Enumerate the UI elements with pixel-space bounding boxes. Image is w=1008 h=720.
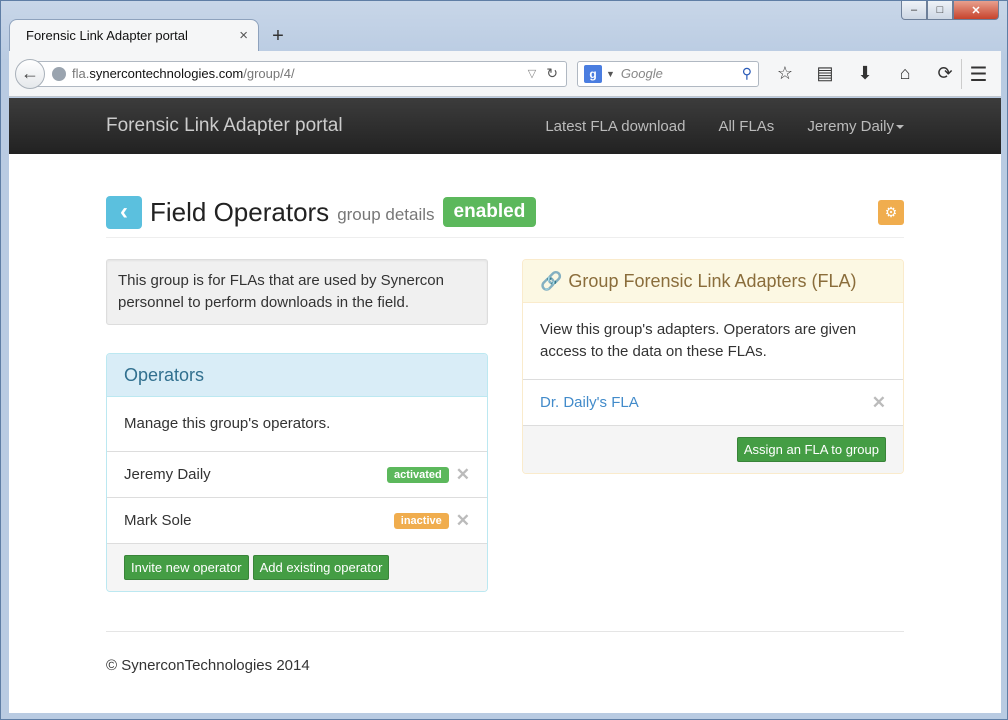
- footer-copyright: © SynerconTechnologies 2014: [106, 657, 310, 674]
- browser-toolbar: ← fla.synercontechnologies.com/group/4/ …: [9, 51, 1001, 97]
- google-icon[interactable]: g: [584, 64, 602, 83]
- window-controls: – □ ✕: [901, 1, 999, 20]
- close-icon[interactable]: ✕: [872, 393, 886, 413]
- tab-strip: Forensic Link Adapter portal × +: [9, 19, 293, 51]
- download-icon[interactable]: ⬇: [845, 59, 885, 89]
- adapters-body: View this group's adapters. Operators ar…: [540, 321, 857, 360]
- user-name: Jeremy Daily: [807, 117, 894, 135]
- adapters-heading-label: Group Forensic Link Adapters (FLA): [568, 270, 857, 291]
- reload-icon[interactable]: ↻: [546, 65, 558, 82]
- page-content: Forensic Link Adapter portal Latest FLA …: [9, 98, 1001, 713]
- divider: [106, 631, 904, 632]
- search-icon[interactable]: ⚲: [742, 65, 752, 82]
- new-tab-button[interactable]: +: [263, 21, 293, 51]
- gear-icon[interactable]: ⚙: [878, 199, 904, 225]
- operators-body: Manage this group's operators.: [124, 415, 331, 432]
- search-input[interactable]: Google: [621, 66, 742, 81]
- adapters-heading: 🔗 Group Forensic Link Adapters (FLA): [523, 260, 903, 303]
- operator-name[interactable]: Jeremy Daily: [124, 466, 387, 483]
- adapters-panel: 🔗 Group Forensic Link Adapters (FLA) Vie…: [522, 259, 904, 474]
- right-column: 🔗 Group Forensic Link Adapters (FLA) Vie…: [522, 259, 904, 474]
- reading-list-icon[interactable]: ▤: [805, 59, 845, 89]
- nav-latest-download[interactable]: Latest FLA download: [545, 118, 685, 135]
- operator-name[interactable]: Mark Sole: [124, 512, 394, 529]
- list-item: Jeremy Daily activated ✕: [107, 451, 487, 497]
- page-title: Field Operators: [150, 196, 330, 227]
- status-badge: activated: [387, 466, 449, 483]
- back-arrow-icon[interactable]: ←: [15, 58, 45, 89]
- nav-all-flas[interactable]: All FLAs: [718, 118, 774, 135]
- search-engine-dropdown-icon[interactable]: ▼: [606, 69, 615, 79]
- site-navbar: Forensic Link Adapter portal Latest FLA …: [9, 98, 1001, 154]
- maximize-button[interactable]: □: [927, 1, 953, 20]
- search-bar[interactable]: g ▼ Google ⚲: [577, 60, 759, 87]
- browser-window: – □ ✕ Forensic Link Adapter portal × + ←…: [0, 0, 1008, 720]
- globe-icon: [52, 66, 66, 81]
- group-description: This group is for FLAs that are used by …: [106, 259, 488, 325]
- browser-tab[interactable]: Forensic Link Adapter portal ×: [9, 19, 259, 51]
- caret-down-icon: [896, 124, 904, 129]
- status-badge: enabled: [442, 197, 537, 227]
- menu-icon[interactable]: ☰: [961, 59, 995, 89]
- history-icon[interactable]: ⟳: [925, 59, 965, 89]
- site-brand[interactable]: Forensic Link Adapter portal: [106, 115, 512, 137]
- chevron-left-icon[interactable]: ‹: [106, 195, 142, 229]
- minimize-button[interactable]: –: [901, 1, 927, 20]
- tab-close-icon[interactable]: ×: [239, 27, 248, 44]
- tab-title: Forensic Link Adapter portal: [26, 28, 188, 43]
- close-icon[interactable]: ✕: [456, 511, 470, 531]
- close-window-button[interactable]: ✕: [953, 1, 999, 20]
- status-badge: inactive: [393, 512, 449, 529]
- adapter-link[interactable]: Dr. Daily's FLA: [540, 394, 872, 411]
- nav-user-menu[interactable]: Jeremy Daily: [807, 118, 904, 135]
- link-icon: 🔗: [540, 270, 563, 291]
- adapters-footer: Assign an FLA to group: [523, 425, 903, 473]
- list-item: Dr. Daily's FLA ✕: [523, 379, 903, 425]
- add-existing-operator-button[interactable]: Add existing operator: [252, 555, 390, 580]
- page-header: ‹ Field Operators group details enabled …: [106, 193, 904, 238]
- close-icon[interactable]: ✕: [456, 465, 470, 485]
- url-bar[interactable]: fla.synercontechnologies.com/group/4/ ▽ …: [37, 60, 567, 87]
- left-column: This group is for FLAs that are used by …: [106, 259, 488, 592]
- home-icon[interactable]: ⌂: [885, 59, 925, 89]
- toolbar-icons: ☆ ▤ ⬇ ⌂ ⟳: [765, 59, 965, 89]
- page-subtitle: group details: [337, 205, 435, 224]
- history-dropdown-icon[interactable]: ▽: [528, 67, 536, 80]
- invite-operator-button[interactable]: Invite new operator: [124, 555, 249, 580]
- assign-fla-button[interactable]: Assign an FLA to group: [736, 437, 886, 462]
- operators-heading: Operators: [107, 354, 487, 397]
- list-item: Mark Sole inactive ✕: [107, 497, 487, 543]
- operators-panel: Operators Manage this group's operators.…: [106, 353, 488, 592]
- operators-footer: Invite new operator Add existing operato…: [107, 543, 487, 591]
- bookmark-star-icon[interactable]: ☆: [765, 59, 805, 89]
- url-text: fla.synercontechnologies.com/group/4/: [72, 66, 295, 81]
